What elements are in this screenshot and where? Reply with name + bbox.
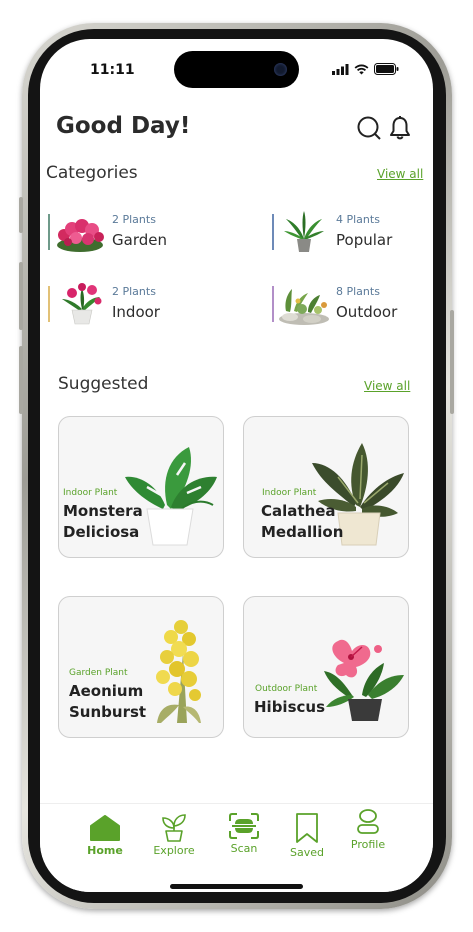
category-count: 4 Plants [336,213,380,226]
category-popular[interactable]: 4 Plants Popular [272,209,432,257]
status-icons [332,63,399,75]
bookmark-icon [296,813,318,843]
nav-home-label: Home [87,844,123,857]
category-count: 2 Plants [112,285,156,298]
category-accent-bar [272,214,274,250]
plant-card-calathea[interactable]: Indoor Plant Calathea Medallion [243,416,409,558]
plant-name: Aeonium Sunburst [69,682,147,721]
category-count: 8 Plants [336,285,380,298]
battery-icon [374,63,399,75]
suggested-view-all-link[interactable]: View all [364,379,410,393]
dynamic-island [174,51,299,88]
category-accent-bar [48,286,50,322]
suggested-title: Suggested [58,374,149,394]
volume-down-button [19,346,23,414]
plant-card-monstera[interactable]: Indoor Plant Monstera Deliciosa [58,416,224,558]
signal-icon [332,63,349,75]
scan-icon [229,813,259,839]
aeonium-plant-image [156,620,201,723]
categories-view-all-link[interactable]: View all [377,167,423,181]
category-accent-bar [272,286,274,322]
bell-icon[interactable] [387,115,413,141]
nav-explore-label: Explore [153,844,195,857]
category-name: Garden [112,231,167,249]
volume-up-button [19,262,23,330]
category-name: Popular [336,231,393,249]
search-icon[interactable] [356,115,382,141]
outdoor-plant-image [279,289,329,325]
plant-card-hibiscus[interactable]: Outdoor Plant Hibiscus [243,596,409,738]
nav-explore[interactable]: Explore [144,812,204,857]
category-outdoor[interactable]: 8 Plants Outdoor [272,281,432,329]
camera-icon [274,63,287,76]
plant-name: Hibiscus [254,698,326,716]
plant-name: Monstera Deliciosa [63,502,143,541]
app-screen: 11:11 Good Day! Categories View all 2 Pl… [40,39,433,892]
popular-plant-image [284,211,324,252]
nav-saved[interactable]: Saved [277,812,337,859]
category-count: 2 Plants [112,213,156,226]
plant-type-label: Garden Plant [69,668,128,678]
plant-type-label: Indoor Plant [262,488,317,498]
action-button [19,197,23,233]
status-time: 11:11 [90,62,135,78]
plant-card-aeonium[interactable]: Garden Plant Aeonium Sunburst [58,596,224,738]
home-indicator[interactable] [170,884,303,889]
category-name: Indoor [112,303,160,321]
hibiscus-plant-image [324,639,404,721]
power-button [450,310,454,414]
plant-type-label: Outdoor Plant [255,684,318,694]
category-garden[interactable]: 2 Plants Garden [48,209,208,257]
nav-saved-label: Saved [290,846,324,859]
nav-scan-label: Scan [230,842,258,855]
user-icon [357,809,379,834]
plant-type-label: Indoor Plant [63,488,118,498]
bottom-navigation: Home Explore Scan Saved Profile [40,803,433,892]
category-accent-bar [48,214,50,250]
nav-scan[interactable]: Scan [214,812,274,855]
category-indoor[interactable]: 2 Plants Indoor [48,281,208,329]
plant-name: Calathea Medallion [261,502,344,541]
indoor-plant-image [62,283,102,325]
nav-home[interactable]: Home [75,814,135,857]
category-name: Outdoor [336,303,398,321]
nav-profile[interactable]: Profile [338,808,398,851]
home-icon [90,815,120,841]
wifi-icon [354,64,369,74]
nav-profile-label: Profile [350,838,386,851]
categories-title: Categories [46,163,138,183]
greeting-title: Good Day! [56,113,191,139]
garden-plant-image [57,219,104,252]
sprout-icon [162,814,186,842]
